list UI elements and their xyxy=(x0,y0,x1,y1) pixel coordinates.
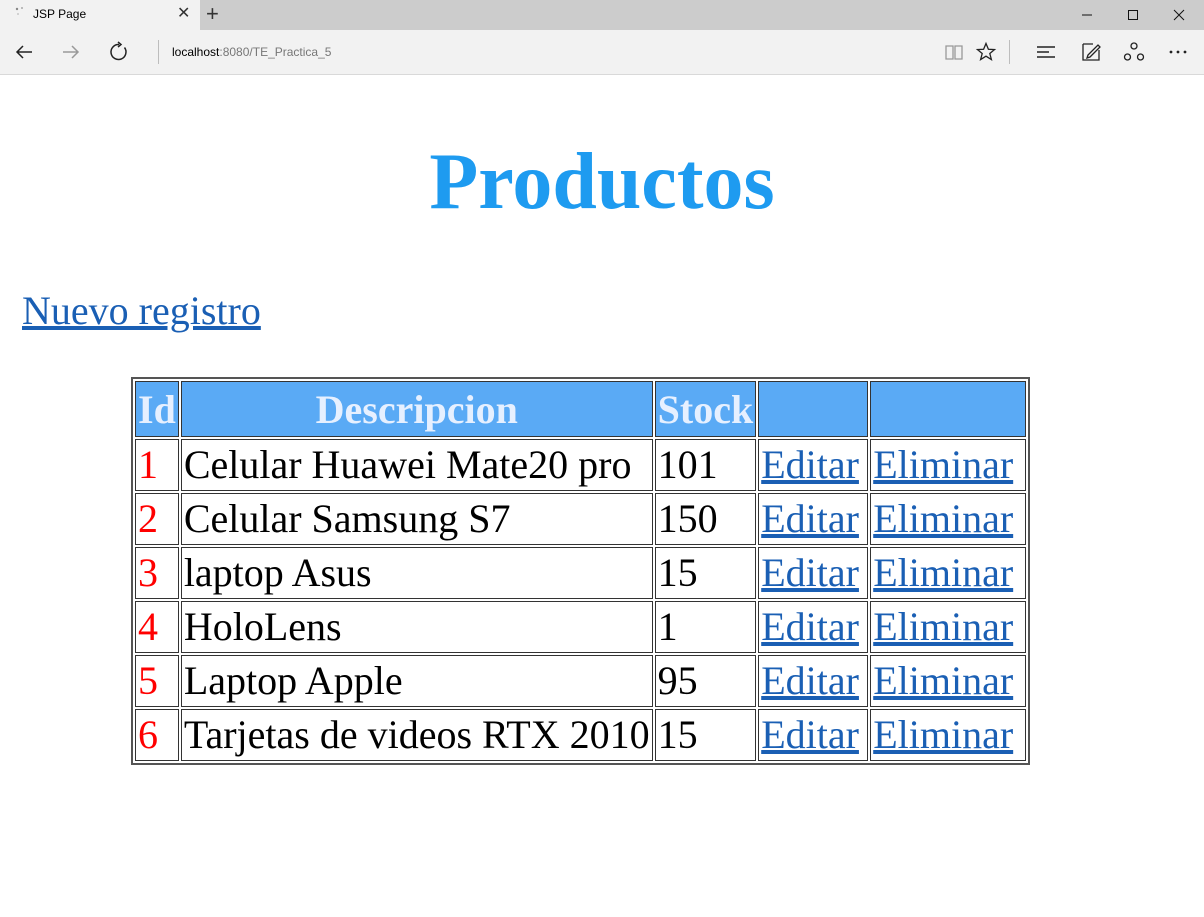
delete-link[interactable]: Eliminar xyxy=(873,712,1013,757)
column-header-description: Descripcion xyxy=(180,381,653,437)
page-content: Productos Nuevo registro Id Descripcion … xyxy=(0,75,1204,917)
delete-link[interactable]: Eliminar xyxy=(873,496,1013,541)
address-bar: localhost:8080/TE_Practica_5 xyxy=(0,30,1204,75)
product-stock-cell: 15 xyxy=(654,547,757,599)
delete-link[interactable]: Eliminar xyxy=(873,604,1013,649)
page-title: Productos xyxy=(429,138,775,226)
edit-link[interactable]: Editar xyxy=(761,550,859,595)
product-stock-cell: 15 xyxy=(654,709,757,761)
table-row: 1 Celular Huawei Mate20 pro 101 Editar Elimi… xyxy=(135,439,1027,491)
new-record-link[interactable]: Nuevo registro xyxy=(22,288,261,334)
column-header-stock: Stock xyxy=(654,381,757,437)
delete-link[interactable]: Eliminar xyxy=(873,550,1013,595)
hub-lines-icon[interactable] xyxy=(1035,41,1057,63)
book-icon[interactable] xyxy=(943,41,965,63)
edit-link[interactable]: Editar xyxy=(761,442,859,487)
url-host: localhost xyxy=(172,45,220,59)
url-path: :8080/TE_Practica_5 xyxy=(219,45,332,59)
url-field[interactable]: localhost:8080/TE_Practica_5 xyxy=(172,45,331,59)
table-row: 6 Tarjetas de videos RTX 2010 15 Editar Elim… xyxy=(135,709,1027,761)
delete-link-cell: Eliminar xyxy=(870,655,1027,707)
product-description-cell: HoloLens xyxy=(180,601,653,653)
product-description-cell: laptop Asus xyxy=(180,547,653,599)
product-id-cell: 4 xyxy=(135,601,179,653)
product-id-cell: 6 xyxy=(135,709,179,761)
minimize-button[interactable] xyxy=(1064,0,1110,30)
products-table: Id Descripcion Stock 1 Celular Huawei Mat… xyxy=(131,377,1031,765)
delete-link[interactable]: Eliminar xyxy=(873,442,1013,487)
arrow-left-icon[interactable] xyxy=(12,40,36,64)
refresh-icon[interactable] xyxy=(107,40,131,64)
edit-link-cell: Editar xyxy=(758,547,869,599)
product-stock-cell: 101 xyxy=(654,439,757,491)
column-header-edit xyxy=(758,381,869,437)
product-description-cell: Tarjetas de videos RTX 2010 xyxy=(180,709,653,761)
column-header-delete xyxy=(870,381,1027,437)
delete-link[interactable]: Eliminar xyxy=(873,658,1013,703)
product-description-cell: Celular Huawei Mate20 pro xyxy=(180,439,653,491)
loading-icon xyxy=(15,7,23,15)
browser-tab[interactable]: JSP Page ✕ xyxy=(0,0,200,30)
tab-title: JSP Page xyxy=(33,7,87,21)
pen-note-icon[interactable] xyxy=(1080,41,1102,63)
product-description-cell: Celular Samsung S7 xyxy=(180,493,653,545)
product-id-cell: 3 xyxy=(135,547,179,599)
column-header-id: Id xyxy=(135,381,179,437)
divider xyxy=(158,40,159,64)
table-row: 2 Celular Samsung S7 150 Editar Eliminar xyxy=(135,493,1027,545)
delete-link-cell: Eliminar xyxy=(870,547,1027,599)
edit-link-cell: Editar xyxy=(758,493,869,545)
close-icon xyxy=(1173,9,1185,21)
table-row: 4 HoloLens 1 Editar Eliminar xyxy=(135,601,1027,653)
edit-link-cell: Editar xyxy=(758,601,869,653)
product-id-cell: 5 xyxy=(135,655,179,707)
edit-link-cell: Editar xyxy=(758,439,869,491)
maximize-button[interactable] xyxy=(1110,0,1156,30)
maximize-icon xyxy=(1128,10,1138,20)
title-bar: JSP Page ✕ + xyxy=(0,0,1204,30)
edit-link-cell: Editar xyxy=(758,655,869,707)
table-row: 5 Laptop Apple 95 Editar Eliminar xyxy=(135,655,1027,707)
product-stock-cell: 150 xyxy=(654,493,757,545)
product-id-cell: 1 xyxy=(135,439,179,491)
close-window-button[interactable] xyxy=(1156,0,1202,30)
new-tab-icon[interactable]: + xyxy=(206,1,219,27)
close-tab-icon[interactable]: ✕ xyxy=(177,4,190,24)
delete-link-cell: Eliminar xyxy=(870,439,1027,491)
edit-link[interactable]: Editar xyxy=(761,712,859,757)
delete-link-cell: Eliminar xyxy=(870,709,1027,761)
product-id-cell: 2 xyxy=(135,493,179,545)
edit-link[interactable]: Editar xyxy=(761,658,859,703)
arrow-right-icon[interactable] xyxy=(59,40,83,64)
table-row: 3 laptop Asus 15 Editar Eliminar xyxy=(135,547,1027,599)
star-icon[interactable] xyxy=(975,41,997,63)
edit-link[interactable]: Editar xyxy=(761,496,859,541)
product-description-cell: Laptop Apple xyxy=(180,655,653,707)
edit-link-cell: Editar xyxy=(758,709,869,761)
product-stock-cell: 1 xyxy=(654,601,757,653)
product-stock-cell: 95 xyxy=(654,655,757,707)
table-header-row: Id Descripcion Stock xyxy=(135,381,1027,437)
share-icon[interactable] xyxy=(1123,41,1145,63)
divider xyxy=(1009,40,1010,64)
delete-link-cell: Eliminar xyxy=(870,493,1027,545)
edit-link[interactable]: Editar xyxy=(761,604,859,649)
delete-link-cell: Eliminar xyxy=(870,601,1027,653)
more-dots-icon[interactable] xyxy=(1167,41,1189,63)
minimize-icon xyxy=(1082,14,1092,16)
